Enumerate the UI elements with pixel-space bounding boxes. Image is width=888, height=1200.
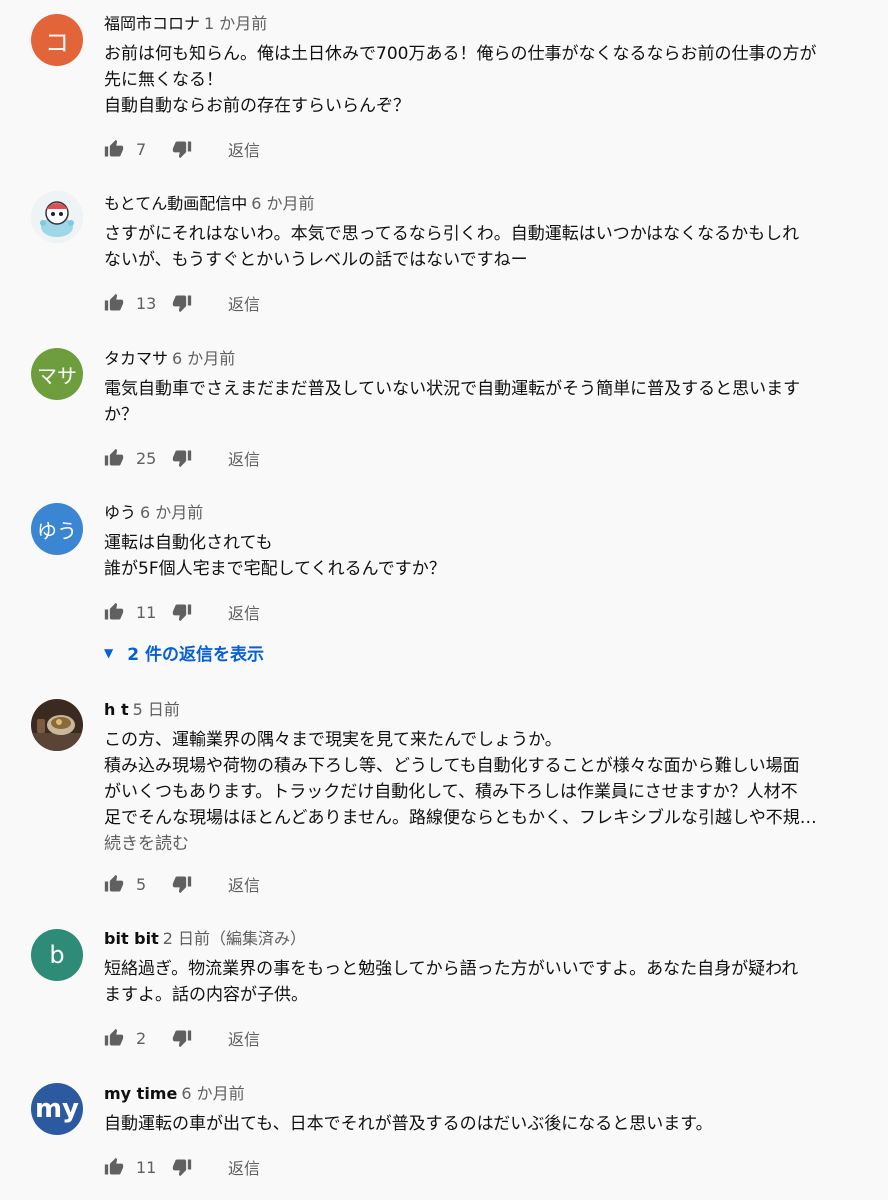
- comment-actions: 25 返信: [104, 446, 260, 470]
- caret-down-icon: ▼: [104, 645, 114, 660]
- thumbs-up-icon[interactable]: [104, 1028, 124, 1048]
- comment-text-line: 自動自動ならお前の存在すらいらんぞ？: [104, 96, 410, 116]
- reply-button[interactable]: 返信: [228, 291, 260, 315]
- comment-time[interactable]: 6 か月前: [251, 194, 314, 213]
- comment-header: 福岡市コロナ 1 か月前: [104, 13, 868, 35]
- thumbs-down-icon[interactable]: [172, 139, 192, 159]
- comment-text-line: ないが、もうすぐとかいうレベルの話ではないですねー: [104, 250, 528, 270]
- view-replies-button[interactable]: ▼ 2 件の返信を表示: [104, 640, 264, 665]
- author-name[interactable]: h t: [104, 700, 129, 719]
- avatar[interactable]: コ: [31, 14, 83, 66]
- thumbs-down-icon[interactable]: [172, 1157, 192, 1177]
- comment-text: 運転は自動化されても 誰が5F個人宅まで宅配してくれるんですか？: [104, 530, 868, 582]
- like-count: 5: [136, 874, 147, 894]
- avatar-initial: ゆう: [37, 518, 77, 543]
- comment-time[interactable]: 6 か月前: [172, 349, 235, 368]
- character-avatar-icon: [31, 191, 83, 243]
- comment-text-line: 先に無くなる！: [104, 70, 223, 90]
- comment-text: さすがにそれはないわ。本気で思ってるなら引くわ。自動運転はいつかはなくなるかもし…: [104, 221, 868, 273]
- comment-actions: 11 返信: [104, 600, 260, 624]
- avatar[interactable]: [31, 699, 83, 751]
- like-count: 11: [136, 602, 157, 622]
- thumbs-up-icon[interactable]: [104, 139, 124, 159]
- comment-time[interactable]: 6 か月前: [181, 1084, 244, 1103]
- reply-button[interactable]: 返信: [228, 600, 260, 624]
- author-name[interactable]: ゆう: [104, 503, 136, 522]
- thumbs-down-icon[interactable]: [172, 602, 192, 622]
- view-replies-label: 2 件の返信を表示: [127, 645, 264, 665]
- avatar[interactable]: [31, 191, 83, 243]
- avatar-initial: my: [34, 1094, 80, 1124]
- comment-text-line: か？: [104, 405, 138, 425]
- avatar[interactable]: マサ: [31, 348, 83, 400]
- reply-button[interactable]: 返信: [228, 872, 260, 896]
- avatar[interactable]: ゆう: [31, 503, 83, 555]
- comment-text: お前は何も知らん。俺は土日休みで700万ある！俺らの仕事がなくなるならお前の仕事…: [104, 41, 868, 119]
- comment-text: 電気自動車でさえまだまだ普及していない状況で自動運転がそう簡単に普及すると思いま…: [104, 376, 868, 428]
- comment-header: my time 6 か月前: [104, 1083, 868, 1105]
- thumbs-up-icon[interactable]: [104, 1157, 124, 1177]
- comment-text: この方、運輸業界の隅々まで現実を見て来たんでしょうか。 積み込み現場や荷物の積み…: [104, 727, 868, 831]
- comment-text-line: 運転は自動化されても: [104, 533, 273, 553]
- comment-text-line: がいくつもあります。トラックだけ自動化して、積み下ろしは作業員にさせますか？人材…: [104, 782, 798, 802]
- comment-text: 短絡過ぎ。物流業界の事をもっと勉強してから語った方がいいですよ。あなた自身が疑わ…: [104, 956, 868, 1008]
- comment-time[interactable]: 1 か月前: [204, 14, 267, 33]
- comment-time[interactable]: 6 か月前: [140, 503, 203, 522]
- comment-text-line: 短絡過ぎ。物流業界の事をもっと勉強してから語った方がいいですよ。あなた自身が疑わ…: [104, 959, 799, 979]
- comment-actions: 5 返信: [104, 872, 260, 896]
- thumbs-up-icon[interactable]: [104, 448, 124, 468]
- reply-button[interactable]: 返信: [228, 1155, 260, 1179]
- comment-text-line: お前は何も知らん。俺は土日休みで700万ある！俺らの仕事がなくなるならお前の仕事…: [104, 44, 817, 64]
- like-count: 11: [136, 1157, 157, 1177]
- thumbs-up-icon[interactable]: [104, 602, 124, 622]
- thumbs-down-icon[interactable]: [172, 448, 192, 468]
- comment-time[interactable]: 2 日前（編集済み）: [163, 929, 306, 948]
- read-more-link[interactable]: 続きを読む: [104, 831, 868, 857]
- comment-text: 自動運転の車が出ても、日本でそれが普及するのはだいぶ後になると思います。: [104, 1111, 868, 1137]
- comment-time[interactable]: 5 日前: [133, 700, 180, 719]
- comment-text-line: 電気自動車でさえまだまだ普及していない状況で自動運転がそう簡単に普及すると思いま…: [104, 379, 801, 399]
- avatar-initial: マサ: [37, 363, 77, 388]
- author-name[interactable]: my time: [104, 1084, 177, 1103]
- comment-text-line: この方、運輸業界の隅々まで現実を見て来たんでしょうか。: [104, 730, 562, 750]
- author-name[interactable]: 福岡市コロナ: [104, 14, 200, 33]
- comment-text-line: 自動運転の車が出ても、日本でそれが普及するのはだいぶ後になると思います。: [104, 1114, 713, 1134]
- avatar-initial: b: [49, 941, 65, 969]
- avatar[interactable]: b: [31, 929, 83, 981]
- avatar-initial: コ: [45, 28, 69, 57]
- reply-button[interactable]: 返信: [228, 1026, 260, 1050]
- comment-header: bit bit 2 日前（編集済み）: [104, 928, 868, 950]
- food-photo-icon: [31, 699, 83, 751]
- comment-text-line: 積み込み現場や荷物の積み下ろし等、どうしても自動化することが様々な面から難しい場…: [104, 756, 800, 776]
- comment-text-line: 足でそんな現場はほとんどありません。路線便ならともかく、フレキシブルな引越しや不…: [104, 808, 817, 828]
- comment-header: ゆう 6 か月前: [104, 502, 868, 524]
- comment-text-line: ますよ。話の内容が子供。: [104, 985, 308, 1005]
- thumbs-down-icon[interactable]: [172, 293, 192, 313]
- like-count: 13: [136, 293, 157, 313]
- reply-button[interactable]: 返信: [228, 446, 260, 470]
- comment-text-line: さすがにそれはないわ。本気で思ってるなら引くわ。自動運転はいつかはなくなるかもし…: [104, 224, 800, 244]
- author-name[interactable]: タカマサ: [104, 349, 168, 368]
- comment-header: タカマサ 6 か月前: [104, 348, 868, 370]
- author-name[interactable]: もとてん動画配信中: [104, 194, 247, 213]
- comment-text-line: 誰が5F個人宅まで宅配してくれるんですか？: [104, 559, 446, 579]
- avatar[interactable]: my: [31, 1083, 83, 1135]
- like-count: 25: [136, 448, 157, 468]
- like-count: 7: [136, 139, 147, 159]
- thumbs-down-icon[interactable]: [172, 1028, 192, 1048]
- comment-actions: 13 返信: [104, 291, 260, 315]
- comment-header: もとてん動画配信中 6 か月前: [104, 193, 868, 215]
- thumbs-up-icon[interactable]: [104, 293, 124, 313]
- reply-button[interactable]: 返信: [228, 137, 260, 161]
- thumbs-up-icon[interactable]: [104, 874, 124, 894]
- like-count: 2: [136, 1028, 147, 1048]
- comment-actions: 2 返信: [104, 1026, 260, 1050]
- author-name[interactable]: bit bit: [104, 929, 159, 948]
- thumbs-down-icon[interactable]: [172, 874, 192, 894]
- comment-header: h t5 日前: [104, 699, 868, 721]
- comment-actions: 11 返信: [104, 1155, 260, 1179]
- comment-actions: 7 返信: [104, 137, 260, 161]
